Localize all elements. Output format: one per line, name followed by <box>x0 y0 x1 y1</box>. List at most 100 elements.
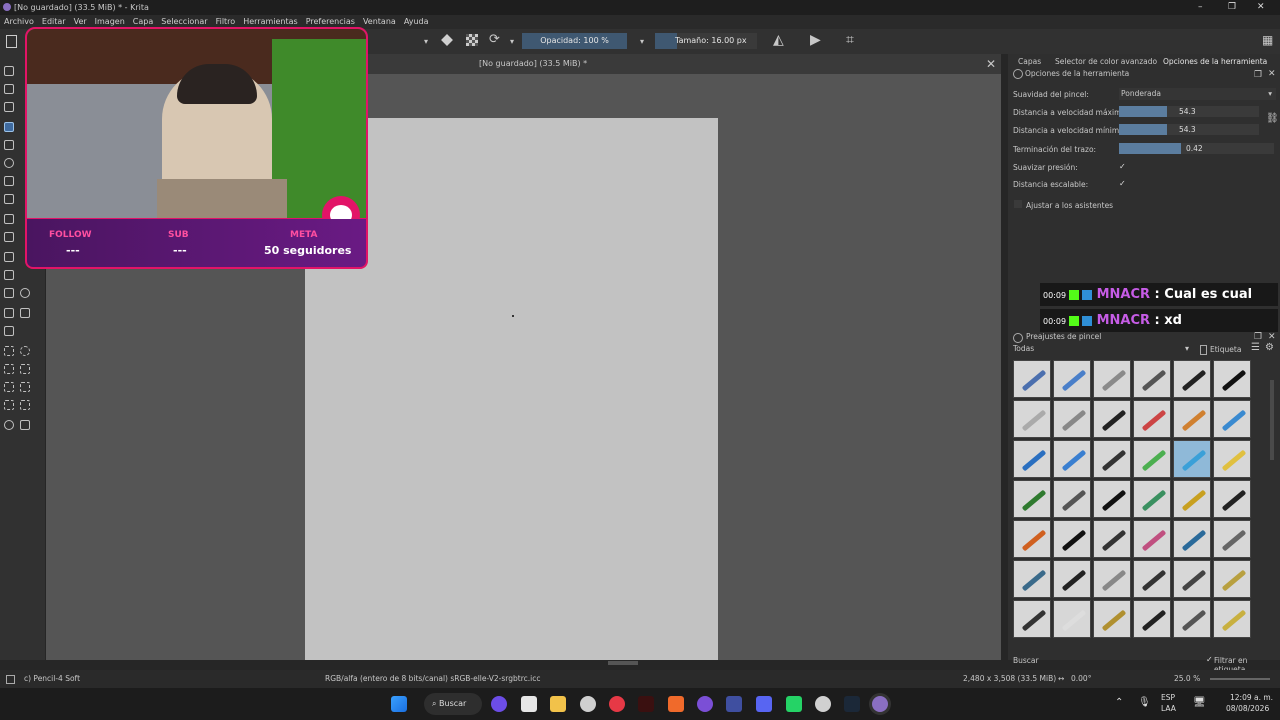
chrome-icon[interactable] <box>815 696 831 712</box>
brush-preset-item[interactable] <box>1213 560 1251 598</box>
ellipse-tool-icon[interactable] <box>4 158 14 168</box>
rectangle-tool-icon[interactable] <box>4 140 14 150</box>
menu-ayuda[interactable]: Ayuda <box>404 17 429 26</box>
brush-preset-item[interactable] <box>1213 480 1251 518</box>
view-mode-icon[interactable]: ☰ <box>1251 342 1260 353</box>
bezier-select-icon[interactable] <box>4 400 14 410</box>
menu-imagen[interactable]: Imagen <box>95 17 125 26</box>
smooth-pressure-checkbox[interactable]: ✓ <box>1119 162 1126 171</box>
menu-seleccionar[interactable]: Seleccionar <box>161 17 207 26</box>
snap-assistants-checkbox[interactable] <box>1014 200 1022 208</box>
taskbar-search[interactable]: ⌕ Buscar <box>424 693 482 715</box>
assistant-tool-icon[interactable] <box>4 308 14 318</box>
obs-icon[interactable] <box>726 696 742 712</box>
wrap-around-icon[interactable]: ⌗ <box>846 32 854 48</box>
fill-tool-icon[interactable] <box>4 288 14 298</box>
windows-start-icon[interactable] <box>391 696 407 712</box>
chevron-up-icon[interactable]: ⌃ <box>1115 697 1123 708</box>
brush-preset-item[interactable] <box>1133 440 1171 478</box>
new-document-icon[interactable] <box>6 35 17 48</box>
brush-preset-item[interactable] <box>1093 440 1131 478</box>
crop-tool-icon[interactable] <box>4 232 14 242</box>
brush-preset-item[interactable] <box>1093 360 1131 398</box>
brush-preset-item[interactable] <box>1013 600 1051 638</box>
close-document-icon[interactable]: ✕ <box>986 54 996 74</box>
chevron-down-icon[interactable]: ▾ <box>424 37 428 46</box>
chevron-down-icon[interactable]: ▾ <box>510 37 514 46</box>
reload-preset-icon[interactable]: ⟳ <box>489 32 500 47</box>
brush-preset-item[interactable] <box>1133 520 1171 558</box>
contiguous-select-icon[interactable] <box>4 382 14 392</box>
workspace-icon[interactable]: ▦ <box>1262 33 1273 47</box>
measure-tool-icon[interactable] <box>20 308 30 318</box>
brush-preset-item[interactable] <box>1213 520 1251 558</box>
brush-preset-item[interactable] <box>1093 520 1131 558</box>
brush-preset-item[interactable] <box>1173 480 1211 518</box>
reference-tool-icon[interactable] <box>4 326 14 336</box>
whatsapp-icon[interactable] <box>786 696 802 712</box>
zoom-label[interactable]: 25.0 % <box>1174 670 1200 688</box>
colorize-mask-tool-icon[interactable] <box>4 270 14 280</box>
brush-preset-item[interactable] <box>1053 600 1091 638</box>
brush-preset-item[interactable] <box>1173 520 1211 558</box>
krita-taskbar-icon[interactable] <box>872 696 888 712</box>
brush-preset-item[interactable] <box>1053 400 1091 438</box>
clock-date[interactable]: 08/08/2026 <box>1226 704 1269 713</box>
rectangle-select-icon[interactable] <box>4 346 14 356</box>
brush-preset-item[interactable] <box>1133 400 1171 438</box>
brush-preset-item[interactable] <box>1133 480 1171 518</box>
microphone-icon[interactable]: 🎙 <box>1138 697 1151 708</box>
brush-preset-item[interactable] <box>1213 400 1251 438</box>
chevron-down-icon[interactable]: ▾ <box>640 37 644 46</box>
opacity-slider[interactable]: Opacidad: 100 % <box>522 33 627 49</box>
maximize-button[interactable]: ❐ <box>1228 0 1236 14</box>
mirror-horizontal-icon[interactable]: ◭ <box>773 32 784 48</box>
select-shapes-tool-icon[interactable] <box>4 66 14 76</box>
bezier-tool-icon[interactable] <box>4 176 14 186</box>
freehand-select-icon[interactable] <box>20 364 30 374</box>
edit-shapes-tool-icon[interactable] <box>4 84 14 94</box>
polygon-select-icon[interactable] <box>4 364 14 374</box>
tab-advanced-color-selector[interactable]: Selector de color avanzado <box>1055 54 1157 69</box>
brush-preset-item[interactable] <box>1013 520 1051 558</box>
smoothing-select[interactable]: Ponderada ▾ <box>1119 88 1276 100</box>
brush-preset-item[interactable] <box>1013 560 1051 598</box>
brush-preset-item[interactable] <box>1213 600 1251 638</box>
link-icon[interactable]: ⛓ <box>1266 113 1279 124</box>
tag-select[interactable]: Etiqueta <box>1210 345 1241 354</box>
document-tab-title[interactable]: [No guardado] (33.5 MiB) * <box>479 54 587 74</box>
menu-filtro[interactable]: Filtro <box>216 17 236 26</box>
brush-preset-item[interactable] <box>1053 520 1091 558</box>
brush-preset-item[interactable] <box>1173 600 1211 638</box>
size-slider[interactable]: Tamaño: 16.00 px <box>655 33 757 49</box>
brush-preset-item[interactable] <box>1093 560 1131 598</box>
eraser-icon[interactable] <box>441 34 453 46</box>
color-picker-tool-icon[interactable] <box>20 288 30 298</box>
brush-preset-item[interactable] <box>1213 360 1251 398</box>
menu-ventana[interactable]: Ventana <box>363 17 396 26</box>
menu-archivo[interactable]: Archivo <box>4 17 34 26</box>
brush-preset-item[interactable] <box>1133 360 1171 398</box>
preset-search-input[interactable]: Buscar <box>1013 656 1039 665</box>
horizontal-scrollbar[interactable] <box>608 661 638 665</box>
app-icon[interactable] <box>697 696 713 712</box>
brush-preset-item[interactable] <box>1013 480 1051 518</box>
stroke-ending-slider[interactable]: 0.42 <box>1119 143 1274 154</box>
chevron-down-icon[interactable]: ▾ <box>1185 344 1189 353</box>
filter-tag-checkbox[interactable]: ✓ <box>1206 655 1213 664</box>
discord-icon[interactable] <box>756 696 772 712</box>
pan-tool-icon[interactable] <box>20 420 30 430</box>
copilot-icon[interactable] <box>491 696 507 712</box>
clock-time[interactable]: 12:09 a. m. <box>1230 693 1273 702</box>
brave-icon[interactable] <box>668 696 684 712</box>
presets-scrollbar[interactable] <box>1270 380 1274 460</box>
close-panel-icon[interactable]: ✕ <box>1268 69 1276 79</box>
zoom-tool-icon[interactable] <box>4 420 14 430</box>
brush-preset-item[interactable] <box>1093 600 1131 638</box>
text-tool-icon[interactable] <box>4 102 14 112</box>
preset-filter-select[interactable]: Todas <box>1013 344 1034 353</box>
menu-preferencias[interactable]: Preferencias <box>306 17 355 26</box>
float-panel-icon[interactable]: ❐ <box>1254 70 1262 80</box>
menu-editar[interactable]: Editar <box>42 17 66 26</box>
menu-herramientas[interactable]: Herramientas <box>243 17 298 26</box>
